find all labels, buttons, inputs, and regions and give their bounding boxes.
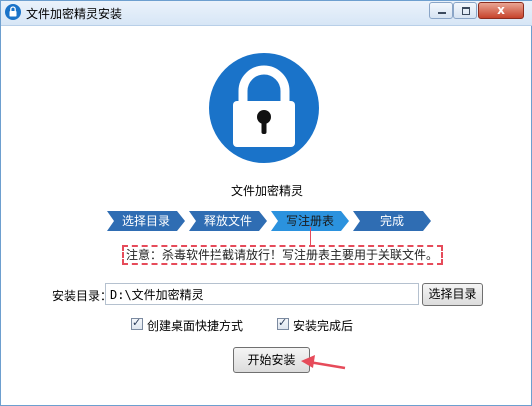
product-name: 文件加密精灵 [230,184,303,198]
maximize-button[interactable] [453,2,477,19]
checkmark-icon[interactable] [131,316,143,330]
title-bar[interactable]: 文件加密精灵安装 x [1,1,532,26]
close-icon: x [497,3,505,17]
red-arrow-annotation-icon [301,355,346,370]
after-install-checkbox[interactable]: 安装完成后 [277,316,367,333]
desktop-shortcut-checkbox[interactable]: 创建桌面快捷方式 [131,316,271,333]
step-release-files: 释放文件 [189,211,267,231]
lock-app-icon [5,4,21,20]
checkmark-icon[interactable] [277,316,289,330]
step-label: 选择目录 [121,214,170,228]
installer-window: 文件加密精灵安装 x 文件加密精灵 选择目录 释放文件 写注册表 完成 注意：杀… [0,0,532,406]
install-steps: 选择目录 释放文件 写注册表 完成 [107,211,437,231]
browse-dir-button[interactable]: 选择目录 [422,283,483,306]
window-title: 文件加密精灵安装 [26,7,123,21]
checkbox-label: 安装完成后 [293,319,354,333]
step-label: 释放文件 [203,214,252,228]
step-label: 完成 [379,214,404,228]
antivirus-notice: 注意：杀毒软件拦截请放行！写注册表主要用于关联文件。 [122,245,443,265]
step-finish: 完成 [353,211,431,231]
install-dir-label: 安装目录： [52,289,113,303]
minimize-button[interactable] [429,2,453,19]
install-dir-input[interactable] [105,283,419,305]
annotation-connector [310,227,311,246]
step-select-dir: 选择目录 [107,211,185,231]
lock-logo-icon [209,53,319,163]
checkbox-label: 创建桌面快捷方式 [147,319,244,333]
close-button[interactable]: x [478,2,524,19]
